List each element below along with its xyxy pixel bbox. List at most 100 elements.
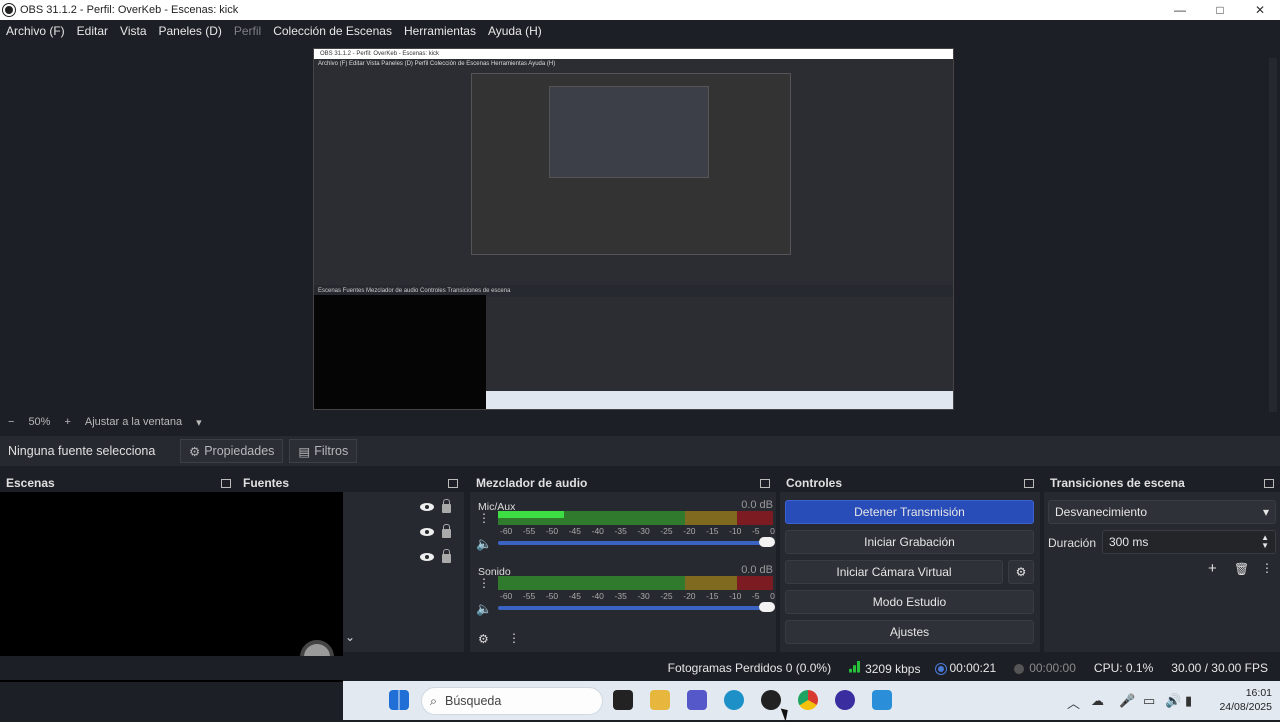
kebab-menu-icon[interactable]: ⋮ bbox=[478, 512, 490, 524]
close-button[interactable]: ✕ bbox=[1240, 0, 1280, 20]
taskbar-search[interactable]: ⌕ Búsqueda bbox=[421, 687, 603, 715]
speaker-icon[interactable]: 🔈 bbox=[476, 536, 492, 552]
virtual-camera-button[interactable]: Iniciar Cámara Virtual bbox=[785, 560, 1003, 584]
minimize-button[interactable]: — bbox=[1160, 0, 1200, 20]
meter-tick-label: 0 bbox=[770, 526, 775, 536]
preview-mini-menu: Archivo (F) Editar Vista Paneles (D) Per… bbox=[318, 61, 556, 67]
meter-tick-label: -5 bbox=[751, 591, 760, 601]
zoom-out-button[interactable]: − bbox=[8, 416, 14, 428]
zoom-dropdown-icon[interactable]: ▾ bbox=[196, 416, 202, 429]
zoom-fit-label[interactable]: Ajustar a la ventana bbox=[85, 416, 182, 428]
edge-icon[interactable] bbox=[724, 690, 744, 710]
chevron-down-icon[interactable]: ⌄ bbox=[345, 630, 355, 644]
transitions-dock-title: Transiciones de escena bbox=[1050, 476, 1185, 490]
undock-icon[interactable] bbox=[1264, 478, 1274, 488]
add-transition-icon[interactable]: + bbox=[1208, 560, 1217, 577]
notepad-icon[interactable] bbox=[872, 690, 892, 710]
zoom-in-button[interactable]: + bbox=[64, 416, 70, 428]
program-preview[interactable]: OBS 31.1.2 - Perfil: OverKeb - Escenas: … bbox=[313, 48, 954, 410]
windows-taskbar: ⌕ Búsqueda ︿ ☁ 🎤 ▭ 🔊 ▮ 16:01 24/08/2025 bbox=[343, 681, 1280, 720]
meter-tick-label: -45 bbox=[568, 526, 582, 536]
chrome-icon[interactable] bbox=[798, 690, 818, 710]
onedrive-icon[interactable]: ☁ bbox=[1091, 693, 1104, 709]
menu-editar[interactable]: Editar bbox=[71, 24, 114, 38]
undock-icon[interactable] bbox=[448, 478, 458, 488]
undock-icon[interactable] bbox=[221, 478, 231, 488]
meter-tick-label: -30 bbox=[637, 591, 650, 601]
tray-chevron-icon[interactable]: ︿ bbox=[1067, 693, 1080, 712]
properties-label: Propiedades bbox=[204, 444, 275, 458]
meter-tick-label: -35 bbox=[614, 526, 627, 536]
preview-mini-title: OBS 31.1.2 - Perfil: OverKeb - Escenas: … bbox=[314, 49, 953, 59]
source-row[interactable] bbox=[420, 524, 451, 538]
kebab-menu-icon[interactable]: ⋮ bbox=[478, 577, 490, 589]
menu-paneles[interactable]: Paneles (D) bbox=[153, 24, 228, 38]
transition-kebab-icon[interactable]: ⋮ bbox=[1261, 561, 1273, 575]
undock-icon[interactable] bbox=[760, 478, 770, 488]
lock-icon[interactable] bbox=[442, 549, 451, 563]
meter-tick-label: -5 bbox=[751, 526, 760, 536]
spin-arrows-icon[interactable]: ▲ ▼ bbox=[1261, 534, 1269, 550]
mic-icon[interactable]: 🎤 bbox=[1119, 693, 1135, 709]
undock-icon[interactable] bbox=[1024, 478, 1034, 488]
duration-value: 300 ms bbox=[1109, 535, 1149, 549]
mixer-dock-title: Mezclador de audio bbox=[476, 476, 588, 490]
teams-icon[interactable] bbox=[687, 690, 707, 710]
meter-tick-label: -40 bbox=[591, 591, 604, 601]
menu-herramientas[interactable]: Herramientas bbox=[398, 24, 482, 38]
clock-time: 16:01 bbox=[1245, 687, 1272, 699]
source-row[interactable] bbox=[420, 549, 451, 563]
duration-spinbox[interactable]: 300 ms ▲ ▼ bbox=[1102, 530, 1276, 554]
advanced-audio-gear-icon[interactable]: ⚙ bbox=[478, 632, 489, 646]
obs-app-icon bbox=[2, 3, 16, 17]
meter-ticks: -60 -55 -50 -45 -40 -35 -30 -25 -20 -15 -10 -5 0 bbox=[500, 591, 775, 601]
preview-scrollbar[interactable] bbox=[1269, 58, 1277, 413]
speaker-icon[interactable]: 🔈 bbox=[476, 601, 492, 617]
virtual-camera-settings-gear-icon[interactable]: ⚙ bbox=[1008, 560, 1034, 584]
trash-icon[interactable]: 🗑 bbox=[1234, 562, 1249, 576]
file-explorer-icon[interactable] bbox=[650, 690, 670, 710]
black-overlay-window bbox=[0, 492, 343, 680]
volume-slider[interactable] bbox=[498, 537, 775, 547]
properties-button[interactable]: ⚙ Propiedades bbox=[180, 439, 284, 463]
transition-select[interactable]: Desvanecimiento ▾ bbox=[1048, 500, 1276, 524]
windows-start-icon[interactable] bbox=[389, 690, 409, 710]
obs-taskbar-icon[interactable] bbox=[761, 690, 781, 710]
start-recording-button[interactable]: Iniciar Grabación bbox=[785, 530, 1034, 554]
volume-slider[interactable] bbox=[498, 602, 775, 612]
lock-icon[interactable] bbox=[442, 524, 451, 538]
taskbar-clock[interactable]: 16:01 24/08/2025 bbox=[1219, 686, 1272, 714]
stop-stream-button[interactable]: Detener Transmisión bbox=[785, 500, 1034, 524]
duration-label: Duración bbox=[1048, 536, 1097, 550]
menu-perfil[interactable]: Perfil bbox=[228, 24, 267, 38]
eye-icon[interactable] bbox=[420, 552, 434, 561]
menu-archivo[interactable]: Archivo (F) bbox=[0, 24, 71, 38]
search-placeholder: Búsqueda bbox=[445, 694, 502, 708]
meter-tick-label: -60 bbox=[500, 526, 513, 536]
gear-icon: ⚙ bbox=[189, 444, 201, 459]
maximize-button[interactable]: □ bbox=[1200, 0, 1240, 20]
settings-button[interactable]: Ajustes bbox=[785, 620, 1034, 644]
filters-button[interactable]: ▤ Filtros bbox=[289, 439, 358, 463]
studio-mode-button[interactable]: Modo Estudio bbox=[785, 590, 1034, 614]
meter-tick-label: -50 bbox=[545, 526, 559, 536]
lock-icon[interactable] bbox=[442, 499, 451, 513]
eye-icon[interactable] bbox=[420, 527, 434, 536]
eye-icon[interactable] bbox=[420, 502, 434, 511]
menu-ayuda[interactable]: Ayuda (H) bbox=[482, 24, 548, 38]
menu-vista[interactable]: Vista bbox=[114, 24, 152, 38]
stream-status-icon bbox=[938, 665, 945, 672]
battery-icon[interactable]: ▮ bbox=[1185, 693, 1192, 709]
meter-tick-label: -20 bbox=[683, 526, 696, 536]
status-bar: Fotogramas Perdidos 0 (0.0%) 3209 kbps 0… bbox=[0, 656, 1280, 680]
meter-tick-label: -55 bbox=[522, 526, 536, 536]
meter-tick-label: -10 bbox=[729, 526, 742, 536]
mixer-kebab-icon[interactable]: ⋮ bbox=[508, 631, 520, 645]
network-icon[interactable]: ▭ bbox=[1143, 693, 1155, 709]
menu-coleccion-escenas[interactable]: Colección de Escenas bbox=[267, 24, 398, 38]
sources-dock-title: Fuentes bbox=[243, 476, 290, 490]
volume-icon[interactable]: 🔊 bbox=[1165, 693, 1181, 709]
source-row[interactable] bbox=[420, 499, 451, 513]
app-circle-icon[interactable] bbox=[835, 690, 855, 710]
task-view-icon[interactable] bbox=[613, 690, 633, 710]
